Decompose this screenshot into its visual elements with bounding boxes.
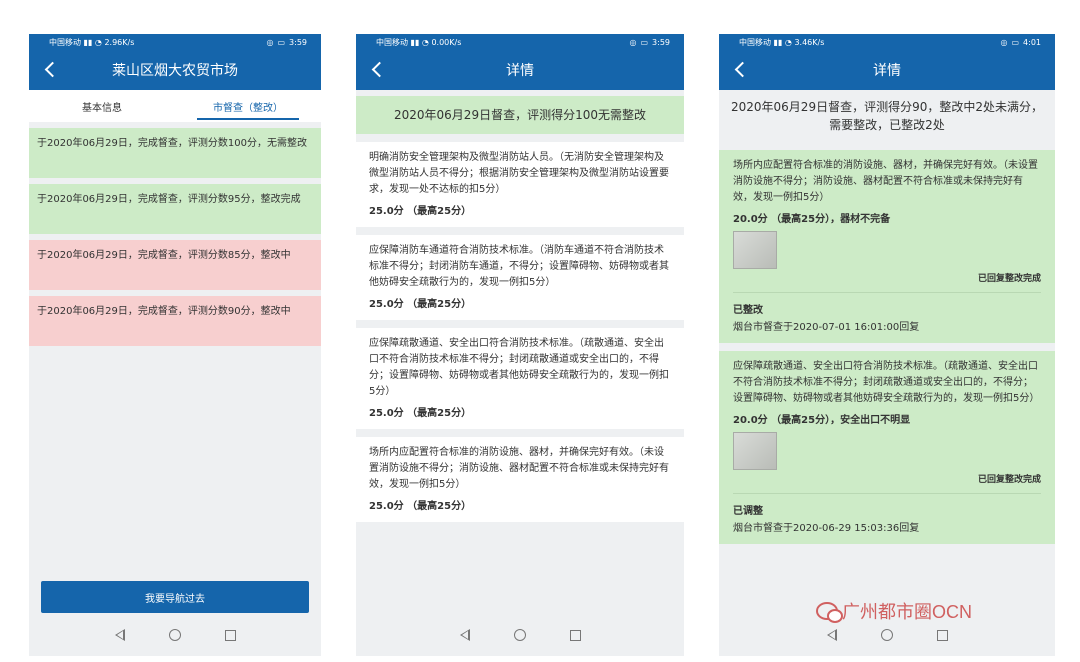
criterion-score: 25.0分 （最高25分） bbox=[369, 206, 472, 217]
criterion-score: 25.0分 （最高25分） bbox=[369, 408, 472, 419]
wifi-icon: ◔ bbox=[94, 37, 102, 47]
signal-icon: ▮▮ bbox=[410, 37, 420, 47]
nav-home-icon[interactable] bbox=[168, 629, 181, 641]
watermark: 广州都市圈OCN bbox=[816, 598, 972, 624]
nav-back-icon[interactable] bbox=[114, 629, 125, 641]
divider bbox=[733, 292, 1041, 293]
reply-text: 烟台市督查于2020-06-29 15:03:36回复 bbox=[733, 523, 920, 534]
tab-basic-info[interactable]: 基本信息 bbox=[29, 90, 175, 122]
criterion-item: 应保障疏散通道、安全出口符合消防技术标准。（疏散通道、安全出口不符合消防技术标准… bbox=[719, 351, 1055, 544]
criterion-text: 应保障疏散通道、安全出口符合消防技术标准。（疏散通道、安全出口不符合消防技术标准… bbox=[369, 338, 669, 397]
network-speed: 2.96K/s bbox=[104, 37, 135, 47]
tab-bar: 基本信息 市督查（整改） bbox=[29, 90, 321, 122]
carrier-label: 中国移动 bbox=[376, 37, 408, 47]
battery-icon: ▭ bbox=[277, 37, 286, 47]
location-icon: ◎ bbox=[266, 37, 274, 47]
criterion-score: 20.0分 （最高25分），器材不完备 bbox=[733, 214, 891, 225]
wifi-icon: ◔ bbox=[784, 37, 792, 47]
signal-icon: ▮▮ bbox=[83, 37, 93, 47]
criterion-item: 应保障消防车通道符合消防技术标准。（消防车通道不符合消防技术标准不得分；封闭消防… bbox=[356, 235, 684, 320]
status-left: 中国移动 ▮▮ ◔ 0.00K/s bbox=[376, 37, 461, 48]
system-nav-bar bbox=[356, 614, 684, 656]
criterion-text: 场所内应配置符合标准的消防设施、器材，并确保完好有效。（未设置消防设施不得分；消… bbox=[733, 160, 1038, 203]
criterion-score: 20.0分 （最高25分），安全出口不明显 bbox=[733, 415, 911, 426]
criterion-item: 场所内应配置符合标准的消防设施、器材，并确保完好有效。（未设置消防设施不得分；消… bbox=[719, 150, 1055, 343]
criterion-item: 应保障疏散通道、安全出口符合消防技术标准。（疏散通道、安全出口不符合消防技术标准… bbox=[356, 328, 684, 429]
battery-icon: ▭ bbox=[640, 37, 649, 47]
clock: 4:01 bbox=[1023, 37, 1041, 47]
inspection-record[interactable]: 于2020年06月29日，完成督查，评测分数95分，整改完成 bbox=[29, 184, 321, 234]
status-bar: 中国移动 ▮▮ ◔ 3.46K/s ◎ ▭ 4:01 bbox=[719, 34, 1055, 50]
criterion-text: 应保障消防车通道符合消防技术标准。（消防车通道不符合消防技术标准不得分；封闭消防… bbox=[369, 245, 669, 288]
nav-back-icon[interactable] bbox=[459, 629, 470, 641]
network-speed: 0.00K/s bbox=[431, 37, 462, 47]
phone-screen-detail-100: 中国移动 ▮▮ ◔ 0.00K/s ◎ ▭ 3:59 详情 2020年06月29日督… bbox=[356, 34, 684, 656]
network-speed: 3.46K/s bbox=[794, 37, 825, 47]
back-arrow-icon[interactable] bbox=[364, 56, 390, 82]
clock: 3:59 bbox=[652, 37, 670, 47]
battery-icon: ▭ bbox=[1011, 37, 1020, 47]
inspection-record-list: 于2020年06月29日，完成督查，评测分数100分，无需整改 于2020年06… bbox=[29, 128, 321, 346]
title-bar: 详情 bbox=[356, 50, 684, 90]
title-bar: 莱山区烟大农贸市场 bbox=[29, 50, 321, 90]
clock: 3:59 bbox=[289, 37, 307, 47]
evidence-photo[interactable] bbox=[733, 231, 777, 269]
divider bbox=[733, 493, 1041, 494]
location-icon: ◎ bbox=[629, 37, 637, 47]
back-arrow-icon[interactable] bbox=[37, 56, 63, 82]
inspection-summary: 2020年06月29日督查，评测得分100无需整改 bbox=[356, 96, 684, 134]
status-left: 中国移动 ▮▮ ◔ 3.46K/s bbox=[739, 37, 824, 48]
rectification-status: 已回复整改完成 bbox=[977, 475, 1041, 485]
nav-home-icon[interactable] bbox=[880, 629, 893, 641]
status-bar: 中国移动 ▮▮ ◔ 0.00K/s ◎ ▭ 3:59 bbox=[356, 34, 684, 50]
nav-home-icon[interactable] bbox=[513, 629, 526, 641]
criterion-text: 场所内应配置符合标准的消防设施、器材，并确保完好有效。（未设置消防设施不得分；消… bbox=[369, 447, 669, 490]
page-title: 详情 bbox=[873, 63, 901, 79]
system-nav-bar bbox=[29, 614, 321, 656]
criterion-item: 明确消防安全管理架构及微型消防站人员。（无消防安全管理架构及微型消防站人员不得分… bbox=[356, 142, 684, 227]
tab-city-inspection[interactable]: 市督查（整改） bbox=[175, 90, 321, 122]
criterion-item: 场所内应配置符合标准的消防设施、器材，并确保完好有效。（未设置消防设施不得分；消… bbox=[356, 437, 684, 522]
inspection-record[interactable]: 于2020年06月29日，完成督查，评测分数85分，整改中 bbox=[29, 240, 321, 290]
reply-status: 已整改 bbox=[733, 305, 763, 316]
reply-status: 已调整 bbox=[733, 506, 763, 517]
rectification-status: 已回复整改完成 bbox=[977, 274, 1041, 284]
criterion-text: 明确消防安全管理架构及微型消防站人员。（无消防安全管理架构及微型消防站人员不得分… bbox=[369, 152, 669, 195]
criterion-score: 25.0分 （最高25分） bbox=[369, 299, 472, 310]
inspection-summary: 2020年06月29日督查，评测得分90，整改中2处未满分，需要整改，已整改2处 bbox=[719, 90, 1055, 142]
phone-screen-market: 中国移动 ▮▮ ◔ 2.96K/s ◎ ▭ 3:59 莱山区烟大农贸市场 基本信息 … bbox=[29, 34, 321, 656]
evidence-photo[interactable] bbox=[733, 432, 777, 470]
criterion-text: 应保障疏散通道、安全出口符合消防技术标准。（疏散通道、安全出口不符合消防技术标准… bbox=[733, 361, 1040, 404]
location-icon: ◎ bbox=[1000, 37, 1008, 47]
nav-recent-icon[interactable] bbox=[936, 629, 948, 641]
wechat-icon bbox=[816, 602, 843, 623]
nav-back-icon[interactable] bbox=[826, 629, 837, 641]
reply-text: 烟台市督查于2020-07-01 16:01:00回复 bbox=[733, 322, 920, 333]
back-arrow-icon[interactable] bbox=[727, 56, 753, 82]
nav-recent-icon[interactable] bbox=[224, 629, 236, 641]
navigate-button[interactable]: 我要导航过去 bbox=[41, 581, 309, 613]
inspection-record[interactable]: 于2020年06月29日，完成督查，评测分数100分，无需整改 bbox=[29, 128, 321, 178]
page-title: 莱山区烟大农贸市场 bbox=[112, 63, 238, 79]
phone-screen-detail-90: 中国移动 ▮▮ ◔ 3.46K/s ◎ ▭ 4:01 详情 2020年06月29日督… bbox=[719, 34, 1055, 656]
status-bar: 中国移动 ▮▮ ◔ 2.96K/s ◎ ▭ 3:59 bbox=[29, 34, 321, 50]
status-left: 中国移动 ▮▮ ◔ 2.96K/s bbox=[49, 37, 134, 48]
inspection-record[interactable]: 于2020年06月29日，完成督查，评测分数90分，整改中 bbox=[29, 296, 321, 346]
title-bar: 详情 bbox=[719, 50, 1055, 90]
carrier-label: 中国移动 bbox=[49, 37, 81, 47]
nav-recent-icon[interactable] bbox=[569, 629, 581, 641]
page-title: 详情 bbox=[506, 63, 534, 79]
wifi-icon: ◔ bbox=[421, 37, 429, 47]
carrier-label: 中国移动 bbox=[739, 37, 771, 47]
signal-icon: ▮▮ bbox=[773, 37, 783, 47]
watermark-text: 广州都市圈OCN bbox=[842, 602, 972, 622]
criterion-score: 25.0分 （最高25分） bbox=[369, 501, 472, 512]
